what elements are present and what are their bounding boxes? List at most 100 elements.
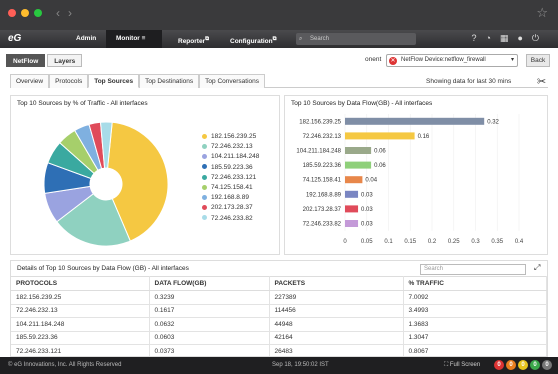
table-row[interactable]: 72.246.233.121 0.0373 26483 0.8067 <box>11 344 547 356</box>
critical-alarm-count[interactable]: 0 <box>494 360 504 370</box>
bar[interactable] <box>345 117 485 125</box>
pie-panel: Top 10 Sources by % of Traffic - All int… <box>10 95 280 255</box>
normal-count[interactable]: 0 <box>530 360 540 370</box>
legend-swatch <box>202 154 207 160</box>
bar-value-label: 0.06 <box>374 149 386 155</box>
x-tick-label: 0.2 <box>428 239 437 245</box>
legend-item: 72.246.233.121 <box>202 173 259 183</box>
status-footer: © eG Innovations, Inc. All Rights Reserv… <box>0 357 558 374</box>
bar[interactable] <box>345 190 359 198</box>
bar[interactable] <box>345 220 359 227</box>
cell-traffic: 7.0092 <box>403 290 547 305</box>
legend-label: 104.211.184.248 <box>211 153 260 161</box>
user-icon[interactable]: ● <box>517 33 531 43</box>
tab-protocols[interactable]: Protocols <box>49 74 89 88</box>
cell-source: 72.246.233.121 <box>11 344 150 356</box>
details-table: PROTOCOLS DATA FLOW(GB) PACKETS % TRAFFI… <box>11 276 547 356</box>
close-window-button[interactable] <box>8 9 16 17</box>
view-tabs: NetFlow Layers <box>6 54 84 68</box>
fullscreen-label: Full Screen <box>449 362 481 368</box>
global-search-input[interactable]: ⌕ Search <box>296 33 416 45</box>
bookmark-star-icon[interactable]: ☆ <box>536 5 548 21</box>
bar[interactable] <box>345 205 359 213</box>
tab-top-sources[interactable]: Top Sources <box>88 74 140 88</box>
bar[interactable] <box>345 132 415 140</box>
tab-top-destinations[interactable]: Top Destinations <box>139 74 200 88</box>
cell-data-flow: 0.0632 <box>149 317 270 332</box>
y-tick-label: 72.246.233.82 <box>303 222 342 228</box>
legend-item: 185.59.223.36 <box>202 163 259 173</box>
table-row[interactable]: 185.59.223.36 0.0603 42164 1.3047 <box>11 331 547 345</box>
table-header-row: PROTOCOLS DATA FLOW(GB) PACKETS % TRAFFI… <box>11 276 547 291</box>
dashboard-icon[interactable]: ▦ <box>500 33 518 43</box>
y-tick-label: 104.211.184.248 <box>296 149 341 155</box>
logout-icon[interactable]: ⏻ <box>532 33 548 43</box>
device-error-icon: ✕ <box>389 57 397 65</box>
col-packets[interactable]: PACKETS <box>269 276 404 291</box>
tab-top-conversations[interactable]: Top Conversations <box>199 74 265 88</box>
bar-title: Top 10 Sources by Data Flow(GB) - All in… <box>291 100 433 107</box>
search-placeholder: Search <box>310 36 330 42</box>
bar[interactable] <box>345 176 363 184</box>
legend-swatch <box>202 205 207 211</box>
legend-item: 74.125.158.41 <box>202 183 259 193</box>
fullscreen-icon: ⛶ <box>444 362 449 368</box>
minor-alarm-count[interactable]: 0 <box>518 360 528 370</box>
external-link-icon: ⧉ <box>205 36 209 42</box>
nav-monitor-label: Monitor <box>116 35 140 42</box>
table-row[interactable]: 182.156.239.25 0.3239 227389 7.0092 <box>11 290 547 305</box>
copyright-text: © eG Innovations, Inc. All Rights Reserv… <box>8 362 122 368</box>
legend-label: 74.125.158.41 <box>211 183 253 191</box>
legend-swatch <box>202 164 207 170</box>
topbar-icons: ?◔▦●⏻ <box>471 33 548 44</box>
legend-label: 185.59.223.36 <box>211 163 253 171</box>
nav-monitor[interactable]: Monitor ≡ <box>106 30 162 48</box>
tab-overview[interactable]: Overview <box>10 74 50 88</box>
nav-admin[interactable]: Admin <box>66 30 106 48</box>
nav-configuration-label: Configuration <box>230 38 273 46</box>
legend-item: 182.156.239.25 <box>202 132 259 142</box>
col-traffic[interactable]: % TRAFFIC <box>403 276 547 291</box>
browser-nav-arrows-icon[interactable]: ‹› <box>56 6 80 20</box>
legend-label: 72.246.233.121 <box>211 173 257 181</box>
tab-layers[interactable]: Layers <box>47 54 83 67</box>
tab-netflow[interactable]: NetFlow <box>6 54 46 67</box>
table-search-input[interactable]: Search <box>420 264 526 275</box>
col-data-flow[interactable]: DATA FLOW(GB) <box>149 276 270 291</box>
legend-swatch <box>202 215 207 221</box>
back-button[interactable]: Back <box>526 54 550 67</box>
nav-configuration[interactable]: Configuration⧉ <box>220 30 286 48</box>
legend-swatch <box>202 184 207 190</box>
help-icon[interactable]: ? <box>471 33 485 43</box>
settings-tools-icon[interactable]: ✂ <box>537 75 546 88</box>
bar-value-label: 0.06 <box>374 163 386 169</box>
bar[interactable] <box>345 161 372 169</box>
legend-swatch <box>202 194 207 200</box>
y-tick-label: 192.168.8.89 <box>306 192 342 198</box>
cell-traffic: 3.4993 <box>403 304 547 318</box>
legend-swatch <box>202 174 207 180</box>
nav-reporter[interactable]: Reporter⧉ <box>168 30 219 48</box>
fullscreen-button[interactable]: ⛶ Full Screen <box>444 357 480 374</box>
unknown-count[interactable]: 0 <box>542 360 552 370</box>
expand-icon[interactable]: ⤢ <box>534 263 540 273</box>
bar[interactable] <box>345 147 372 154</box>
bar-chart: 0 0.05 0.1 0.15 0.2 0.25 0.3 0.35 0.4 182.156.239… <box>296 114 524 245</box>
table-row[interactable]: 72.246.232.13 0.1617 114456 3.4993 <box>11 304 547 318</box>
col-protocols[interactable]: PROTOCOLS <box>11 276 150 291</box>
legend-item: 192.168.8.89 <box>202 193 259 203</box>
menu-icon[interactable]: ≡ <box>142 35 146 42</box>
cell-source: 104.211.184.248 <box>11 317 150 332</box>
major-alarm-count[interactable]: 0 <box>506 360 516 370</box>
device-select[interactable]: ✕ NetFlow Device:netflow_firewall ▾ <box>386 54 518 67</box>
chevron-down-icon: ▾ <box>510 57 514 63</box>
table-row[interactable]: 104.211.184.248 0.0632 44948 1.3683 <box>11 317 547 332</box>
bar-panel: Top 10 Sources by Data Flow(GB) - All in… <box>284 95 548 255</box>
cell-source: 182.156.239.25 <box>11 290 150 305</box>
maximize-window-button[interactable] <box>34 9 42 17</box>
minimize-window-button[interactable] <box>21 9 29 17</box>
alarm-icon[interactable]: ◔ <box>485 33 499 43</box>
legend-label: 202.173.28.37 <box>211 204 253 212</box>
cell-data-flow: 0.0603 <box>149 331 270 345</box>
time-range-text: Showing data for last 30 mins <box>426 78 512 85</box>
